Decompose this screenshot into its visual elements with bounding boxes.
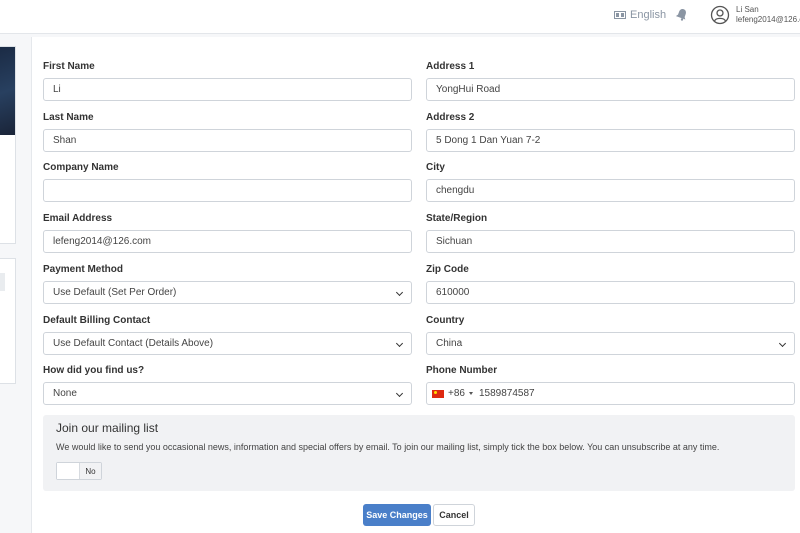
- user-avatar-icon: [710, 5, 730, 25]
- top-navbar: English Li San lefeng2014@126.co: [0, 0, 800, 34]
- address2-label: Address 2: [426, 112, 475, 123]
- user-name: Li San: [736, 5, 759, 14]
- state-input[interactable]: Sichuan: [426, 230, 795, 253]
- profile-banner-image: [0, 47, 15, 135]
- zip-label: Zip Code: [426, 264, 469, 275]
- zip-input[interactable]: 610000: [426, 281, 795, 304]
- bell-icon: [675, 9, 686, 21]
- country-label: Country: [426, 315, 465, 326]
- cancel-button[interactable]: Cancel: [433, 504, 475, 526]
- address1-label: Address 1: [426, 61, 475, 72]
- city-input[interactable]: chengdu: [426, 179, 795, 202]
- user-email: lefeng2014@126.co: [736, 15, 800, 24]
- china-flag-icon: [432, 389, 444, 398]
- toggle-state-label: No: [80, 463, 101, 479]
- address1-input[interactable]: YongHui Road: [426, 78, 795, 101]
- city-label: City: [426, 162, 445, 173]
- notifications-button[interactable]: [675, 8, 688, 24]
- first-name-input[interactable]: Li: [43, 78, 412, 101]
- billing-contact-value: Use Default Contact (Details Above): [53, 338, 214, 349]
- user-menu[interactable]: Li San lefeng2014@126.co: [710, 5, 800, 25]
- toggle-knob: [57, 463, 80, 479]
- sidebar-active-item[interactable]: [0, 273, 5, 291]
- country-value: China: [436, 338, 463, 349]
- mailing-list-title: Join our mailing list: [56, 421, 159, 435]
- found-us-value: None: [53, 388, 77, 399]
- phone-dial-code: +86: [448, 388, 465, 399]
- first-name-label: First Name: [43, 61, 95, 72]
- sidebar-menu-card: [0, 258, 16, 384]
- last-name-label: Last Name: [43, 112, 94, 123]
- phone-country-code-selector[interactable]: +86: [432, 388, 473, 399]
- found-us-select[interactable]: None: [43, 382, 412, 405]
- phone-label: Phone Number: [426, 365, 498, 376]
- found-us-label: How did you find us?: [43, 365, 145, 376]
- email-input[interactable]: lefeng2014@126.com: [43, 230, 412, 253]
- language-label: English: [630, 9, 667, 21]
- save-changes-button[interactable]: Save Changes: [363, 504, 431, 526]
- state-label: State/Region: [426, 213, 488, 224]
- mailing-list-toggle[interactable]: No: [56, 462, 102, 480]
- billing-contact-select[interactable]: Use Default Contact (Details Above): [43, 332, 412, 355]
- payment-method-value: Use Default (Set Per Order): [53, 287, 177, 298]
- sidebar-profile-card: [0, 46, 16, 244]
- language-selector[interactable]: English: [614, 9, 666, 21]
- payment-method-label: Payment Method: [43, 264, 124, 275]
- email-label: Email Address: [43, 213, 113, 224]
- billing-contact-label: Default Billing Contact: [43, 315, 151, 326]
- mailing-list-description: We would like to send you occasional new…: [56, 442, 720, 452]
- language-icon: [614, 11, 626, 19]
- payment-method-select[interactable]: Use Default (Set Per Order): [43, 281, 412, 304]
- caret-down-icon: [468, 392, 473, 395]
- company-name-input[interactable]: [43, 179, 412, 202]
- address2-input[interactable]: 5 Dong 1 Dan Yuan 7-2: [426, 129, 795, 152]
- country-select[interactable]: China: [426, 332, 795, 355]
- phone-number-value: 1589874587: [478, 388, 535, 399]
- mailing-list-box: Join our mailing list We would like to s…: [43, 415, 795, 491]
- last-name-input[interactable]: Shan: [43, 129, 412, 152]
- company-name-label: Company Name: [43, 162, 119, 173]
- phone-input[interactable]: +86 1589874587: [426, 382, 795, 405]
